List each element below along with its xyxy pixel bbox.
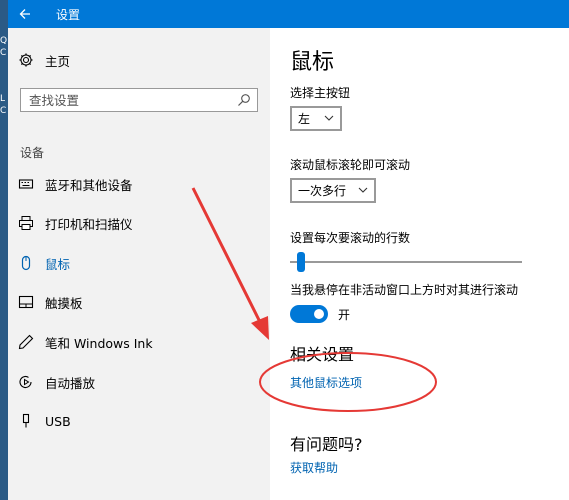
lines-to-scroll-label: 设置每次要滚动的行数: [290, 231, 411, 245]
scroll-wheel-label: 滚动鼠标滚轮即可滚动: [290, 158, 411, 172]
toggle-knob: [314, 309, 324, 319]
back-arrow-icon: [19, 9, 30, 19]
scroll-wheel-dropdown[interactable]: 一次多行: [290, 178, 376, 203]
window-title: 设置: [56, 8, 81, 22]
page-title: 鼠标: [290, 50, 335, 75]
sidebar-item-pen[interactable]: 笔和 Windows Ink: [8, 324, 270, 360]
help-heading: 有问题吗?: [290, 435, 363, 454]
dropdown-value: 一次多行: [298, 184, 347, 198]
inactive-scroll-toggle[interactable]: [290, 305, 328, 323]
sidebar-item-touchpad[interactable]: 触摸板: [8, 284, 270, 320]
settings-window: 设置 主页 设备: [8, 0, 569, 500]
related-settings-heading: 相关设置: [290, 345, 355, 364]
title-bar: 设置: [8, 0, 569, 28]
printer-icon: [18, 215, 34, 231]
pen-icon: [18, 334, 34, 350]
sidebar-item-label: 主页: [45, 53, 71, 69]
sidebar-item-usb[interactable]: USB: [8, 403, 270, 439]
autoplay-icon: [18, 374, 34, 390]
desktop-text-fragment: L: [0, 94, 6, 104]
sidebar-item-label: 打印机和扫描仪: [45, 216, 133, 232]
dropdown-value: 左: [298, 112, 311, 126]
desktop-text-fragment: Q: [0, 36, 8, 46]
search-icon[interactable]: [237, 93, 251, 107]
sidebar-item-autoplay[interactable]: 自动播放: [8, 364, 270, 400]
slider-thumb[interactable]: [297, 252, 305, 272]
desktop-text-fragment: C: [0, 48, 7, 58]
sidebar-item-label: 蓝牙和其他设备: [45, 177, 133, 193]
inactive-scroll-label: 当我悬停在非活动窗口上方时对其进行滚动: [290, 283, 519, 297]
slider-track: [290, 261, 522, 263]
chevron-down-icon: [324, 115, 334, 121]
sidebar-item-label: 触摸板: [45, 295, 83, 311]
additional-mouse-options-link[interactable]: 其他鼠标选项: [290, 374, 362, 391]
sidebar-item-printers[interactable]: 打印机和扫描仪: [8, 205, 270, 241]
chevron-down-icon: [358, 187, 368, 193]
lines-to-scroll-slider[interactable]: [290, 252, 522, 272]
sidebar-item-label: 笔和 Windows Ink: [45, 335, 153, 351]
sidebar-item-label: 鼠标: [45, 256, 71, 272]
section-heading-devices: 设备: [20, 146, 45, 160]
content-pane: 鼠标 选择主按钮 左 滚动鼠标滚轮即可滚动 一次多行 设置每次要滚动的行数 当我…: [290, 28, 569, 500]
get-help-link[interactable]: 获取帮助: [290, 459, 338, 476]
primary-button-label: 选择主按钮: [290, 86, 351, 100]
touchpad-icon: [18, 294, 34, 310]
mouse-icon: [18, 255, 34, 271]
usb-icon: [18, 413, 34, 429]
search-box[interactable]: [20, 88, 258, 112]
sidebar: 主页 设备 蓝牙和其他设备: [8, 28, 270, 500]
search-input[interactable]: [21, 89, 226, 111]
keyboard-icon: [18, 176, 34, 192]
toggle-state-label: 开: [338, 308, 351, 322]
sidebar-item-mouse[interactable]: 鼠标: [8, 245, 270, 281]
back-button[interactable]: [8, 0, 42, 28]
desktop-background: Q C L C: [0, 0, 8, 500]
sidebar-item-bluetooth[interactable]: 蓝牙和其他设备: [8, 166, 270, 202]
sidebar-item-label: 自动播放: [45, 375, 96, 391]
sidebar-item-home[interactable]: 主页: [8, 42, 270, 78]
sidebar-item-label: USB: [45, 413, 71, 429]
gear-icon: [18, 52, 34, 68]
desktop-text-fragment: C: [0, 106, 7, 116]
primary-button-dropdown[interactable]: 左: [290, 106, 342, 131]
